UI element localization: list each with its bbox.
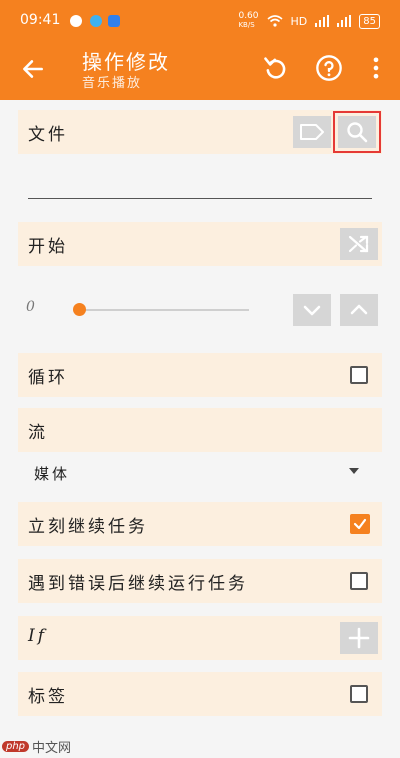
status-bar: 09:41 0.60 KB/S HD 85 (0, 0, 400, 40)
chevron-down-icon (303, 305, 321, 316)
tag-row[interactable]: 标签 (18, 672, 382, 716)
battery-icon: 85 (359, 13, 380, 29)
file-row: 文件 (18, 110, 382, 154)
tag-button[interactable] (293, 116, 331, 148)
wifi-icon (266, 15, 283, 27)
loop-checkbox[interactable] (350, 366, 368, 384)
undo-icon[interactable] (262, 54, 290, 82)
tag-checkbox[interactable] (350, 685, 368, 703)
seek-value: 0 (26, 299, 35, 315)
shuffle-icon (348, 235, 369, 253)
increment-button[interactable] (340, 294, 378, 326)
search-icon (347, 122, 368, 143)
help-icon[interactable] (315, 54, 343, 82)
continue-on-error-label: 遇到错误后继续运行任务 (28, 574, 248, 594)
shuffle-button[interactable] (340, 228, 378, 260)
seek-slider-thumb[interactable] (72, 303, 86, 316)
watermark-text: 中文网 (32, 741, 72, 756)
continue-on-error-row[interactable]: 遇到错误后继续运行任务 (18, 559, 382, 603)
file-label: 文件 (28, 125, 68, 145)
page-subtitle: 音乐播放 (82, 76, 143, 91)
continue-immediately-row[interactable]: 立刻继续任务 (18, 502, 382, 546)
if-label: If (28, 626, 48, 646)
check-icon (353, 518, 367, 530)
notification-icon-blue (90, 15, 102, 27)
chevron-up-icon (350, 304, 368, 315)
network-speed: 0.60 KB/S (238, 11, 259, 30)
action-toolbar: 操作修改 音乐播放 (0, 40, 400, 100)
file-path-input[interactable] (28, 198, 372, 199)
if-row: If (18, 616, 382, 660)
dropdown-arrow-icon[interactable] (349, 468, 359, 474)
seek-slider-track[interactable] (79, 309, 249, 311)
stream-label: 流 (28, 423, 48, 443)
signal-icon (315, 15, 330, 27)
watermark: php 中文网 (2, 737, 71, 756)
plus-icon (348, 627, 370, 649)
page-title: 操作修改 (82, 50, 170, 74)
stream-select[interactable]: 媒体 (34, 463, 70, 484)
search-button[interactable] (333, 111, 381, 153)
more-vertical-icon[interactable] (362, 54, 390, 82)
continue-immediately-checkbox[interactable] (350, 514, 370, 534)
continue-on-error-checkbox[interactable] (350, 572, 368, 590)
notification-icon-app (108, 15, 120, 27)
signal-icon-2 (337, 15, 352, 27)
stream-row: 流 (18, 408, 382, 452)
start-row: 开始 (18, 222, 382, 266)
loop-row[interactable]: 循环 (18, 353, 382, 397)
watermark-badge: php (2, 741, 30, 752)
label-tag-icon (300, 124, 324, 140)
loop-label: 循环 (28, 368, 68, 388)
notification-icon (70, 15, 82, 27)
continue-immediately-label: 立刻继续任务 (28, 517, 148, 537)
status-time: 09:41 (20, 12, 61, 28)
start-label: 开始 (28, 237, 68, 257)
status-right: 0.60 KB/S HD 85 (238, 12, 380, 30)
hd-label: HD (290, 14, 308, 28)
back-arrow-icon[interactable] (20, 56, 46, 82)
decrement-button[interactable] (293, 294, 331, 326)
add-condition-button[interactable] (340, 622, 378, 654)
tag-label: 标签 (28, 687, 68, 707)
